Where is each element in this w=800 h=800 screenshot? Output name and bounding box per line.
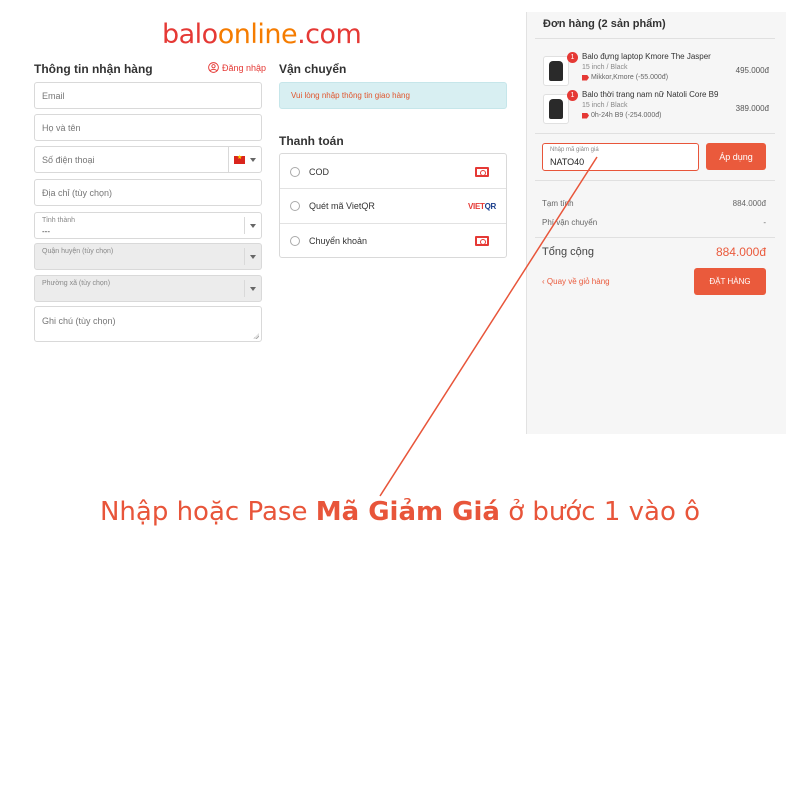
shipping-fee-row: Phí vận chuyển - bbox=[542, 218, 766, 227]
quantity-badge: 1 bbox=[567, 52, 578, 63]
place-order-button[interactable]: ĐẶT HÀNG bbox=[694, 268, 766, 295]
divider bbox=[535, 237, 775, 238]
site-logo[interactable]: baloonline.com bbox=[162, 18, 380, 52]
backpack-icon bbox=[549, 99, 563, 119]
login-label: Đăng nhập bbox=[222, 62, 267, 73]
backpack-icon bbox=[549, 61, 563, 81]
divider bbox=[535, 180, 775, 181]
product-name: Balo đựng laptop Kmore The Jasper bbox=[582, 52, 711, 61]
payment-radio[interactable] bbox=[290, 201, 300, 211]
logo-part-1: balo bbox=[162, 19, 218, 50]
district-select[interactable]: Quận huyện (tùy chọn) bbox=[34, 243, 262, 270]
back-to-cart-link[interactable]: ‹ Quay về giỏ hàng bbox=[542, 277, 610, 286]
chevron-down-icon bbox=[250, 157, 256, 162]
total-row: Tổng cộng 884.000đ bbox=[542, 245, 766, 259]
address-placeholder: Địa chỉ (tùy chọn) bbox=[42, 187, 113, 198]
payment-radio[interactable] bbox=[290, 166, 300, 177]
product-variant: 15 inch / Black bbox=[582, 102, 628, 109]
order-item: 1 Balo thời trang nam nữ Natoli Core B9 … bbox=[543, 90, 769, 124]
payment-option-label: Chuyển khoản bbox=[309, 236, 368, 246]
total-value: 884.000đ bbox=[715, 245, 766, 259]
discount-code-label: Nhập mã giảm giá bbox=[550, 147, 599, 153]
divider bbox=[535, 133, 775, 134]
province-dropdown-toggle[interactable] bbox=[244, 217, 261, 234]
logo-part-2: online bbox=[217, 19, 298, 50]
province-select[interactable]: Tỉnh thành --- bbox=[34, 212, 262, 239]
shipping-fee-label: Phí vận chuyển bbox=[542, 218, 598, 227]
ward-dropdown-toggle[interactable] bbox=[244, 280, 261, 297]
ward-select[interactable]: Phường xã (tùy chọn) bbox=[34, 275, 262, 302]
name-field[interactable]: Họ và tên bbox=[34, 114, 262, 141]
cash-icon bbox=[475, 166, 489, 177]
phone-placeholder: Số điện thoại bbox=[42, 154, 95, 165]
shipping-fee-value: - bbox=[763, 218, 766, 227]
subtotal-label: Tạm tính bbox=[542, 199, 574, 208]
province-value: --- bbox=[42, 227, 50, 236]
email-placeholder: Email bbox=[42, 90, 65, 101]
district-dropdown-toggle[interactable] bbox=[244, 248, 261, 265]
name-placeholder: Họ và tên bbox=[42, 122, 81, 133]
address-field[interactable]: Địa chỉ (tùy chọn) bbox=[34, 179, 262, 206]
product-discount: Mikkor,Kmore (-55.000đ) bbox=[582, 74, 668, 81]
resize-handle-icon[interactable] bbox=[253, 333, 259, 339]
vietqr-logo-icon: VIETQR bbox=[468, 201, 496, 211]
ward-placeholder: Phường xã (tùy chọn) bbox=[42, 280, 111, 287]
note-textarea[interactable]: Ghi chú (tùy chọn) bbox=[34, 306, 262, 342]
payment-options: COD Quét mã VietQR VIETQR Chuyển khoản bbox=[279, 153, 507, 258]
chevron-down-icon bbox=[250, 286, 256, 291]
subtotal-value: 884.000đ bbox=[732, 199, 766, 208]
note-placeholder: Ghi chú (tùy chọn) bbox=[42, 316, 116, 326]
discount-code-input[interactable]: Nhập mã giảm giá NATO40 bbox=[542, 143, 699, 171]
product-variant: 15 inch / Black bbox=[582, 64, 628, 71]
payment-option-bank-transfer[interactable]: Chuyển khoản bbox=[280, 223, 506, 258]
product-thumbnail bbox=[543, 56, 569, 86]
instruction-caption: Nhập hoặc Pase Mã Giảm Giá ở bước 1 vào … bbox=[99, 497, 701, 527]
payment-option-label: COD bbox=[309, 166, 329, 177]
vietnam-flag-icon bbox=[234, 154, 245, 164]
chevron-down-icon bbox=[250, 254, 256, 259]
user-icon bbox=[208, 62, 219, 73]
tag-icon bbox=[582, 74, 589, 81]
chevron-down-icon bbox=[250, 223, 256, 228]
quantity-badge: 1 bbox=[567, 90, 578, 101]
divider bbox=[535, 38, 775, 39]
email-field[interactable]: Email bbox=[34, 82, 262, 109]
shipping-info-alert: Vui lòng nhập thông tin giao hàng bbox=[279, 82, 507, 109]
cash-icon bbox=[475, 236, 489, 246]
country-code-select[interactable] bbox=[228, 147, 261, 172]
product-discount: 0h-24h B9 (-254.000đ) bbox=[582, 112, 661, 119]
logo-part-3: .com bbox=[297, 19, 362, 50]
shipping-info-title: Thông tin nhận hàng bbox=[34, 62, 153, 76]
payment-option-vietqr[interactable]: Quét mã VietQR VIETQR bbox=[280, 188, 506, 223]
payment-option-cod[interactable]: COD bbox=[280, 154, 506, 189]
tag-icon bbox=[582, 112, 589, 119]
payment-radio[interactable] bbox=[290, 236, 300, 246]
province-label: Tỉnh thành bbox=[42, 217, 76, 224]
subtotal-row: Tạm tính 884.000đ bbox=[542, 199, 766, 208]
order-item: 1 Balo đựng laptop Kmore The Jasper 15 i… bbox=[543, 52, 769, 86]
product-name: Balo thời trang nam nữ Natoli Core B9 bbox=[582, 90, 719, 99]
product-price: 389.000đ bbox=[735, 104, 769, 113]
total-label: Tổng cộng bbox=[542, 246, 594, 258]
payment-title: Thanh toán bbox=[279, 134, 344, 148]
phone-field[interactable]: Số điện thoại bbox=[34, 146, 262, 173]
apply-discount-button[interactable]: Áp dụng bbox=[706, 143, 766, 170]
shipping-title: Vận chuyển bbox=[279, 62, 347, 76]
login-link[interactable]: Đăng nhập bbox=[208, 62, 266, 73]
discount-code-value: NATO40 bbox=[550, 157, 585, 167]
district-placeholder: Quận huyện (tùy chọn) bbox=[42, 248, 114, 255]
product-thumbnail bbox=[543, 94, 569, 124]
payment-option-label: Quét mã VietQR bbox=[309, 201, 375, 211]
order-title: Đơn hàng (2 sản phẩm) bbox=[543, 18, 666, 30]
product-price: 495.000đ bbox=[735, 66, 769, 75]
shipping-message: Vui lòng nhập thông tin giao hàng bbox=[291, 91, 410, 100]
